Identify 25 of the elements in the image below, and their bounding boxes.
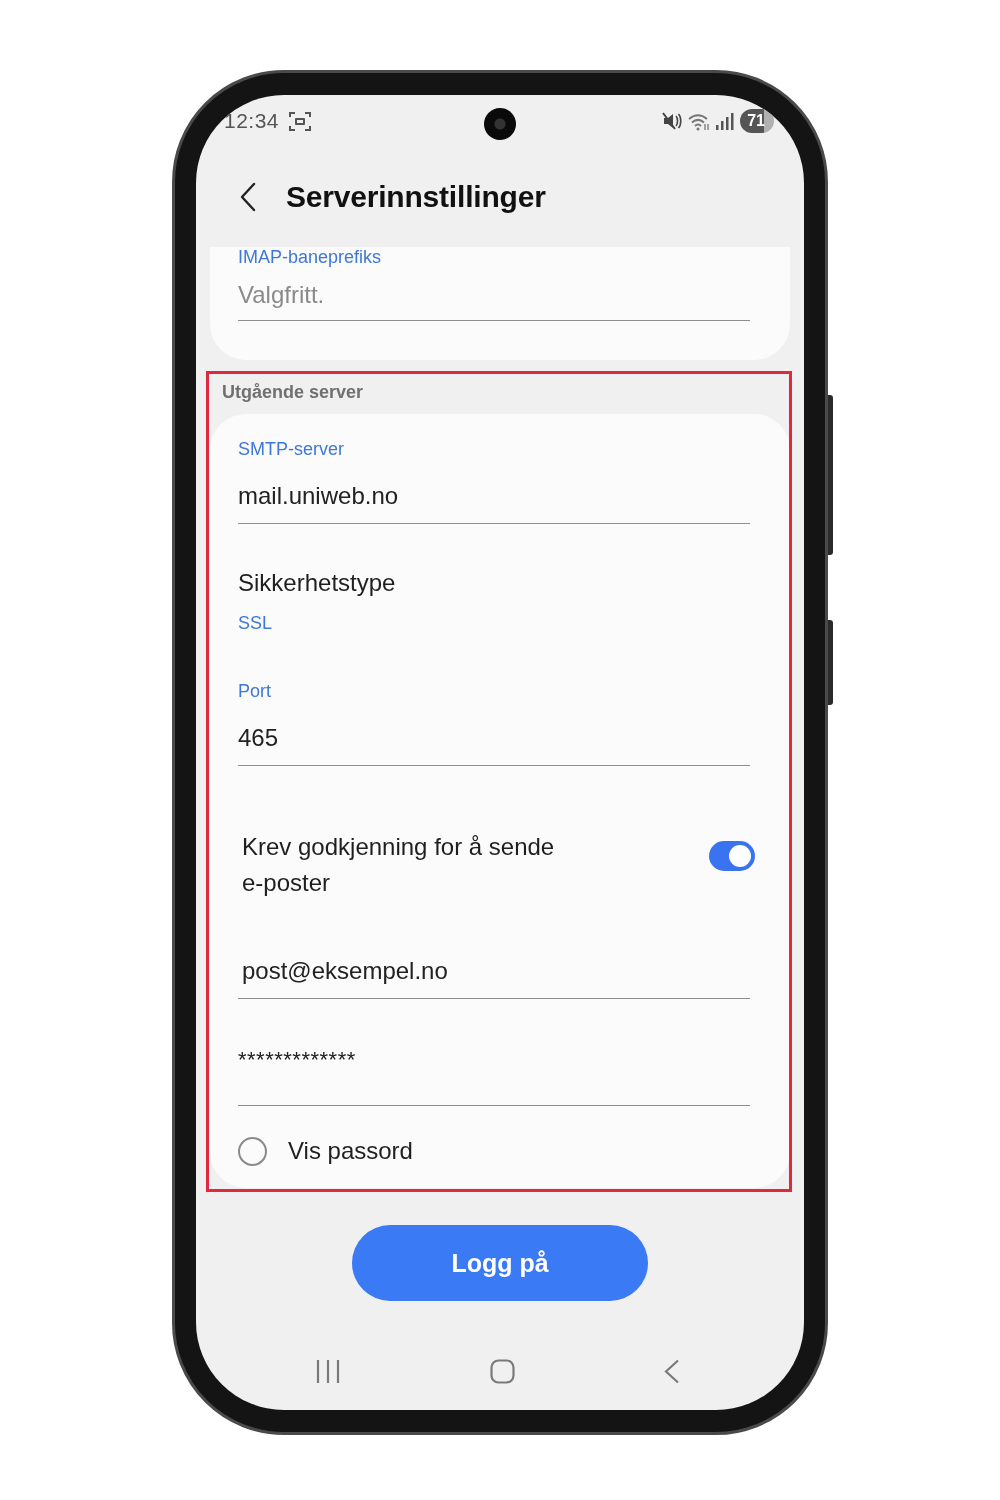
text-field[interactable]: post@eksempel.no (238, 944, 750, 999)
battery-indicator: 71 (740, 109, 774, 133)
setting-title[interactable]: Sikkerhetstype (238, 568, 396, 598)
radio-label[interactable]: Vis passord (288, 1136, 413, 1166)
field-label: Port (238, 681, 271, 701)
password-field[interactable]: ************* (238, 1035, 750, 1106)
screen-title: Serverinnstillinger (286, 180, 546, 214)
screenshot-icon (289, 110, 312, 132)
signal-icon (716, 112, 735, 130)
mute-icon (662, 111, 683, 131)
radio-button[interactable] (238, 1136, 267, 1166)
text-field[interactable]: 465 (238, 711, 750, 766)
recents-icon[interactable] (316, 1359, 340, 1384)
section-heading: Utgående server (222, 382, 364, 402)
setting-label: Krev godkjenning for å sende e-poster (242, 832, 556, 898)
setting-value: SSL (238, 613, 273, 633)
home-icon[interactable] (489, 1359, 515, 1384)
field-label: IMAP-baneprefiks (238, 247, 382, 267)
text-field[interactable]: mail.uniweb.no (238, 469, 750, 524)
login-button[interactable]: Logg på (352, 1225, 648, 1301)
wifi-icon (688, 111, 711, 131)
status-time: 12:34 (224, 109, 280, 133)
field-label: SMTP-server (238, 439, 344, 459)
camera-hole (484, 108, 516, 140)
toggle-switch[interactable] (709, 841, 755, 871)
